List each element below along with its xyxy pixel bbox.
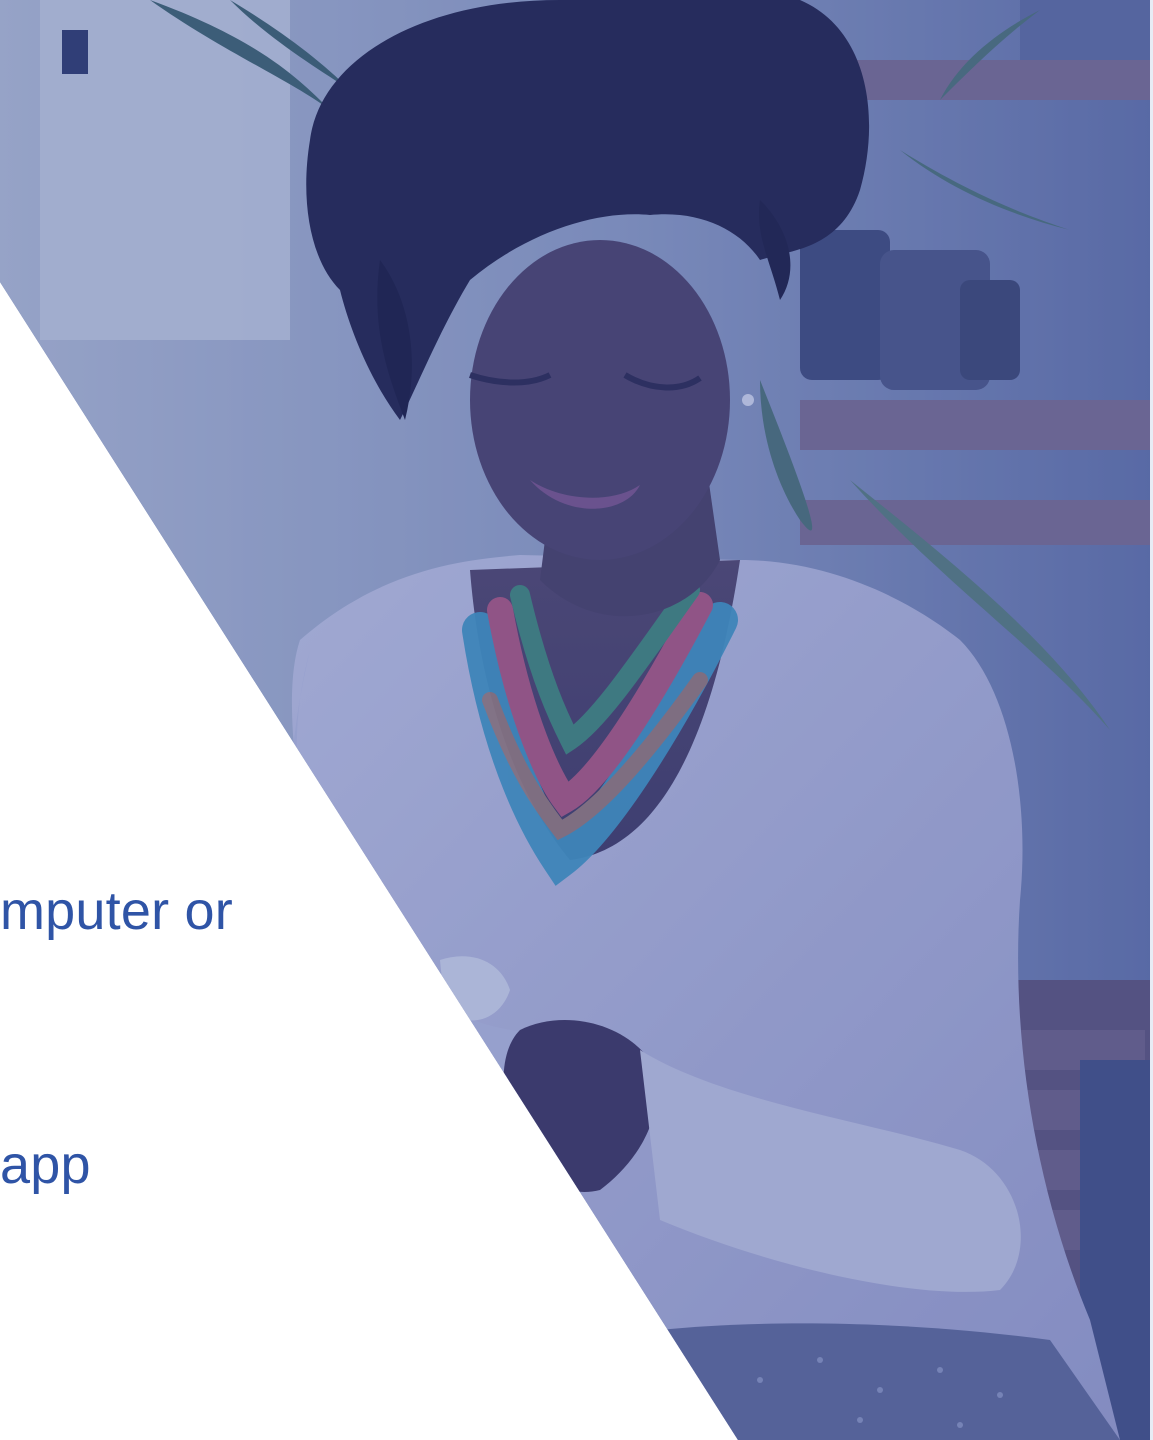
background-photo [0,0,1153,1440]
bullet-text-line: mputer or [0,881,233,941]
photo-illustration [0,0,1153,1440]
bullet-text-line: app [0,1135,91,1195]
slide: mputer or app [0,0,1153,1440]
